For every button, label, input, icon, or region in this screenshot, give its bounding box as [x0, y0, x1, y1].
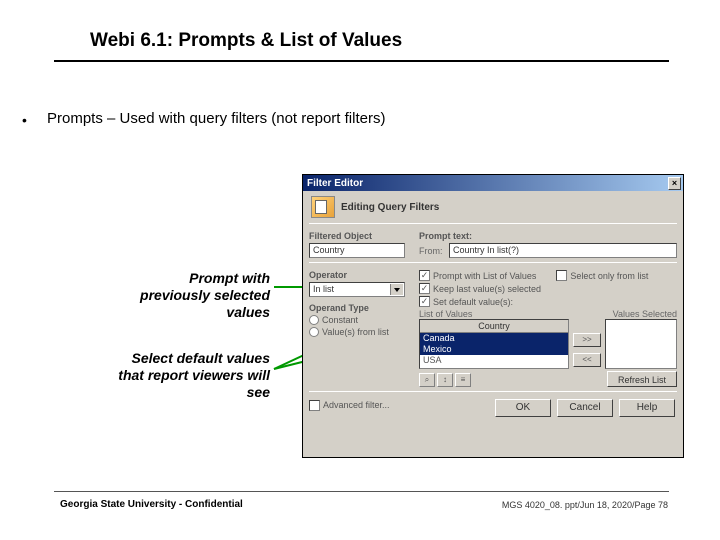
radio-label: Constant [322, 315, 358, 325]
lov-listbox[interactable]: Country Canada Mexico USA [419, 319, 569, 369]
annotation-set-default: Select default values that report viewer… [112, 350, 270, 400]
checkbox-label: Set default value(s): [433, 297, 513, 307]
checkbox-icon: ✓ [419, 296, 430, 307]
list-of-values-label: List of Values [419, 309, 472, 319]
remove-values-button[interactable]: << [573, 353, 601, 367]
checkbox-label: Select only from list [570, 271, 648, 281]
values-selected-listbox[interactable] [605, 319, 677, 369]
footer-right: MGS 4020_08. ppt/Jun 18, 2020/Page 78 [502, 500, 668, 510]
close-icon[interactable]: × [668, 177, 681, 190]
footer-left: Georgia State University - Confidential [60, 499, 243, 510]
filter-editor-dialog: Filter Editor × Editing Query Filters Fi… [302, 174, 684, 458]
title-rule [54, 60, 669, 62]
keep-last-values-checkbox[interactable]: ✓Keep last value(s) selected [419, 283, 677, 294]
values-selected-label: Values Selected [613, 309, 677, 319]
filtered-object-field[interactable]: Country [309, 243, 405, 258]
filter-icon [311, 196, 335, 218]
view-icon[interactable]: ≡ [455, 373, 471, 387]
checkbox-label: Advanced filter... [323, 400, 390, 410]
radio-icon [309, 315, 319, 325]
dialog-titlebar[interactable]: Filter Editor × [303, 175, 683, 191]
checkbox-label: Prompt with List of Values [433, 271, 536, 281]
slide-title: Webi 6.1: Prompts & List of Values [90, 30, 402, 52]
divider [309, 262, 677, 263]
column-header: Country [420, 320, 568, 333]
prompt-text-input[interactable]: Country In list(?) [449, 243, 677, 258]
set-default-values-checkbox[interactable]: ✓Set default value(s): [419, 296, 677, 307]
operator-combo[interactable]: In list [309, 282, 405, 297]
advanced-filter-checkbox[interactable]: Advanced filter... [309, 400, 390, 411]
operator-label: Operator [309, 270, 409, 280]
ok-button[interactable]: OK [495, 399, 551, 417]
prompt-text-label: Prompt text: [419, 231, 677, 241]
dialog-heading: Editing Query Filters [341, 202, 439, 213]
list-item[interactable]: USA [420, 355, 568, 366]
operand-fromlist-radio[interactable]: Value(s) from list [309, 327, 409, 337]
operand-type-label: Operand Type [309, 303, 409, 313]
radio-label: Value(s) from list [322, 327, 389, 337]
divider [309, 223, 677, 224]
divider [309, 391, 677, 392]
checkbox-icon [556, 270, 567, 281]
list-item[interactable]: Canada [420, 333, 568, 344]
bullet-text: Prompts – Used with query filters (not r… [47, 110, 385, 127]
footer-rule [54, 491, 669, 492]
annotation-keep-last: Prompt with previously selected values [120, 270, 270, 320]
select-only-from-list-checkbox[interactable]: Select only from list [556, 270, 648, 281]
list-item[interactable]: Mexico [420, 344, 568, 355]
bullet-marker: • [22, 112, 27, 128]
dialog-title: Filter Editor [307, 178, 363, 189]
filtered-object-label: Filtered Object [309, 231, 409, 241]
radio-icon [309, 327, 319, 337]
sort-icon[interactable]: ↕ [437, 373, 453, 387]
from-label: From: [419, 246, 449, 256]
cancel-button[interactable]: Cancel [557, 399, 613, 417]
checkbox-icon: ✓ [419, 270, 430, 281]
prompt-with-lov-checkbox[interactable]: ✓Prompt with List of Values [419, 270, 536, 281]
help-button[interactable]: Help [619, 399, 675, 417]
checkbox-icon: ✓ [419, 283, 430, 294]
refresh-list-button[interactable]: Refresh List [607, 371, 677, 387]
add-values-button[interactable]: >> [573, 333, 601, 347]
operand-constant-radio[interactable]: Constant [309, 315, 409, 325]
checkbox-label: Keep last value(s) selected [433, 284, 541, 294]
checkbox-icon [309, 400, 320, 411]
find-icon[interactable]: ⌕ [419, 373, 435, 387]
